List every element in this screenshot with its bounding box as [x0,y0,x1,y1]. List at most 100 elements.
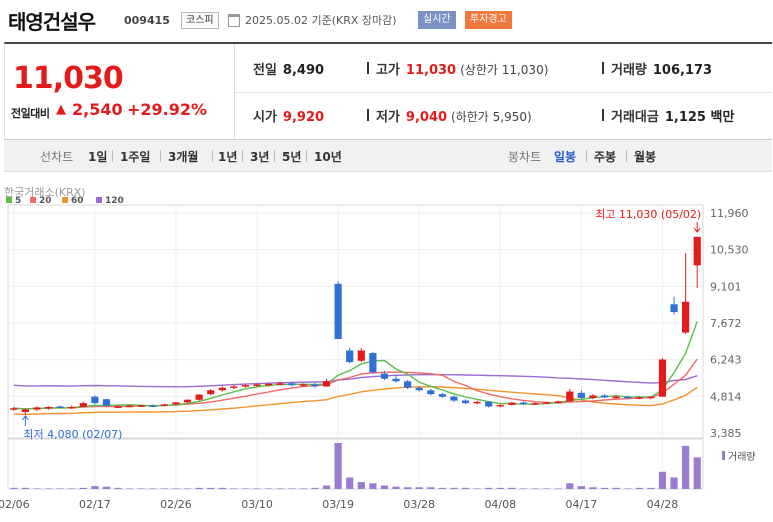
volume-frame [7,438,704,490]
y-tick-label: 4,814 [710,390,742,403]
volume-bar [496,487,504,489]
candle-body [68,406,76,409]
candle-body [299,384,307,386]
volume-bar [195,487,203,489]
x-tick-label: 02/26 [160,498,192,511]
candle-body [207,390,215,395]
candle-body [543,402,551,404]
volume-bar [693,457,701,489]
candle-body [600,395,609,398]
volume-bar [624,488,632,489]
volume-bar [438,487,446,489]
price-chart[interactable]: 11,960 10,530 9,101 7,672 6,243 4,814 3,385 02/… [0,0,773,522]
volume-bar [126,488,134,489]
volume-bar [635,487,643,489]
candle-body [126,405,134,408]
volume-bar [600,487,609,489]
candle-body [230,386,238,388]
candle-body [311,384,319,387]
volume-bar [566,483,574,489]
volume-bar [450,487,458,489]
volume-bar [392,486,400,489]
volume-label: 거래량 [728,451,756,463]
volume-bar [207,487,215,489]
ma120-line [13,374,698,388]
volume-bar [519,488,528,489]
candle-body [438,394,446,397]
volume-bar [682,445,690,489]
volume-bar [380,485,389,489]
volume-bar [311,487,319,489]
volume-bar [299,488,307,489]
volume-bar [10,487,18,489]
volume-bar [461,487,470,489]
candle-body [114,406,122,408]
volume-bar [218,487,226,489]
y-tick-label: 6,243 [710,354,742,367]
volume-bar [172,488,180,489]
high-annotation: 최고 11,030 (05/02) [595,208,701,221]
candle-body [322,381,331,387]
candle-body [380,373,389,379]
y-tick-label: 9,101 [710,280,742,293]
candle-body [450,396,458,401]
candle-body [589,395,597,398]
candle-body [624,396,632,399]
candle-body [288,383,296,386]
candle-body [102,399,111,406]
candle-body [531,403,539,405]
volume-bar [508,487,516,489]
x-tick-label: 03/10 [241,498,273,511]
volume-bar [253,488,261,489]
volume-bar [647,487,655,489]
volume-bar [427,487,435,489]
volume-bar [369,483,377,489]
candle-body [404,381,412,388]
volume-bar [241,488,250,489]
candle-body [276,383,284,385]
y-tick-label: 7,672 [710,317,742,330]
candle-body [508,402,516,405]
candle-body [566,391,574,402]
volume-bar [276,488,284,489]
candle-body [658,359,667,397]
x-tick-label: 04/08 [484,498,516,511]
volume-bar [68,488,76,489]
candle-body [137,405,145,407]
candle-body [473,401,481,404]
candle-body [682,301,690,333]
candle-body [218,387,226,391]
volume-bar [670,477,678,489]
x-tick-label: 02/06 [0,498,30,511]
candle-body [577,392,585,398]
volume-bar [183,488,192,489]
volume-bar [265,488,273,489]
x-tick-label: 02/17 [79,498,111,511]
candle-body [612,396,620,399]
y-tick-label: 10,530 [710,244,749,257]
candle-body [195,394,203,400]
high-arrow-icon [693,222,701,233]
candle-body [334,283,342,339]
volume-bar [44,488,53,489]
volume-bar [346,477,354,489]
candle-body [635,397,643,399]
x-tick-label: 03/19 [322,498,354,511]
candle-body [10,408,18,410]
volume-bar [79,487,87,489]
volume-bar [288,488,296,489]
candle-body [149,405,157,407]
volume-bar [230,488,238,489]
volume-bar [589,487,597,489]
volume-bar [56,488,64,489]
volume-bar [334,443,342,489]
x-tick-label: 04/17 [566,498,598,511]
volume-bar [543,488,551,489]
candle-body [357,350,365,361]
candle-body [79,403,87,407]
candle-body [427,390,435,395]
volume-bar [577,486,585,489]
candle-body [670,304,678,313]
candle-body [415,387,423,391]
candle-body [33,407,41,410]
